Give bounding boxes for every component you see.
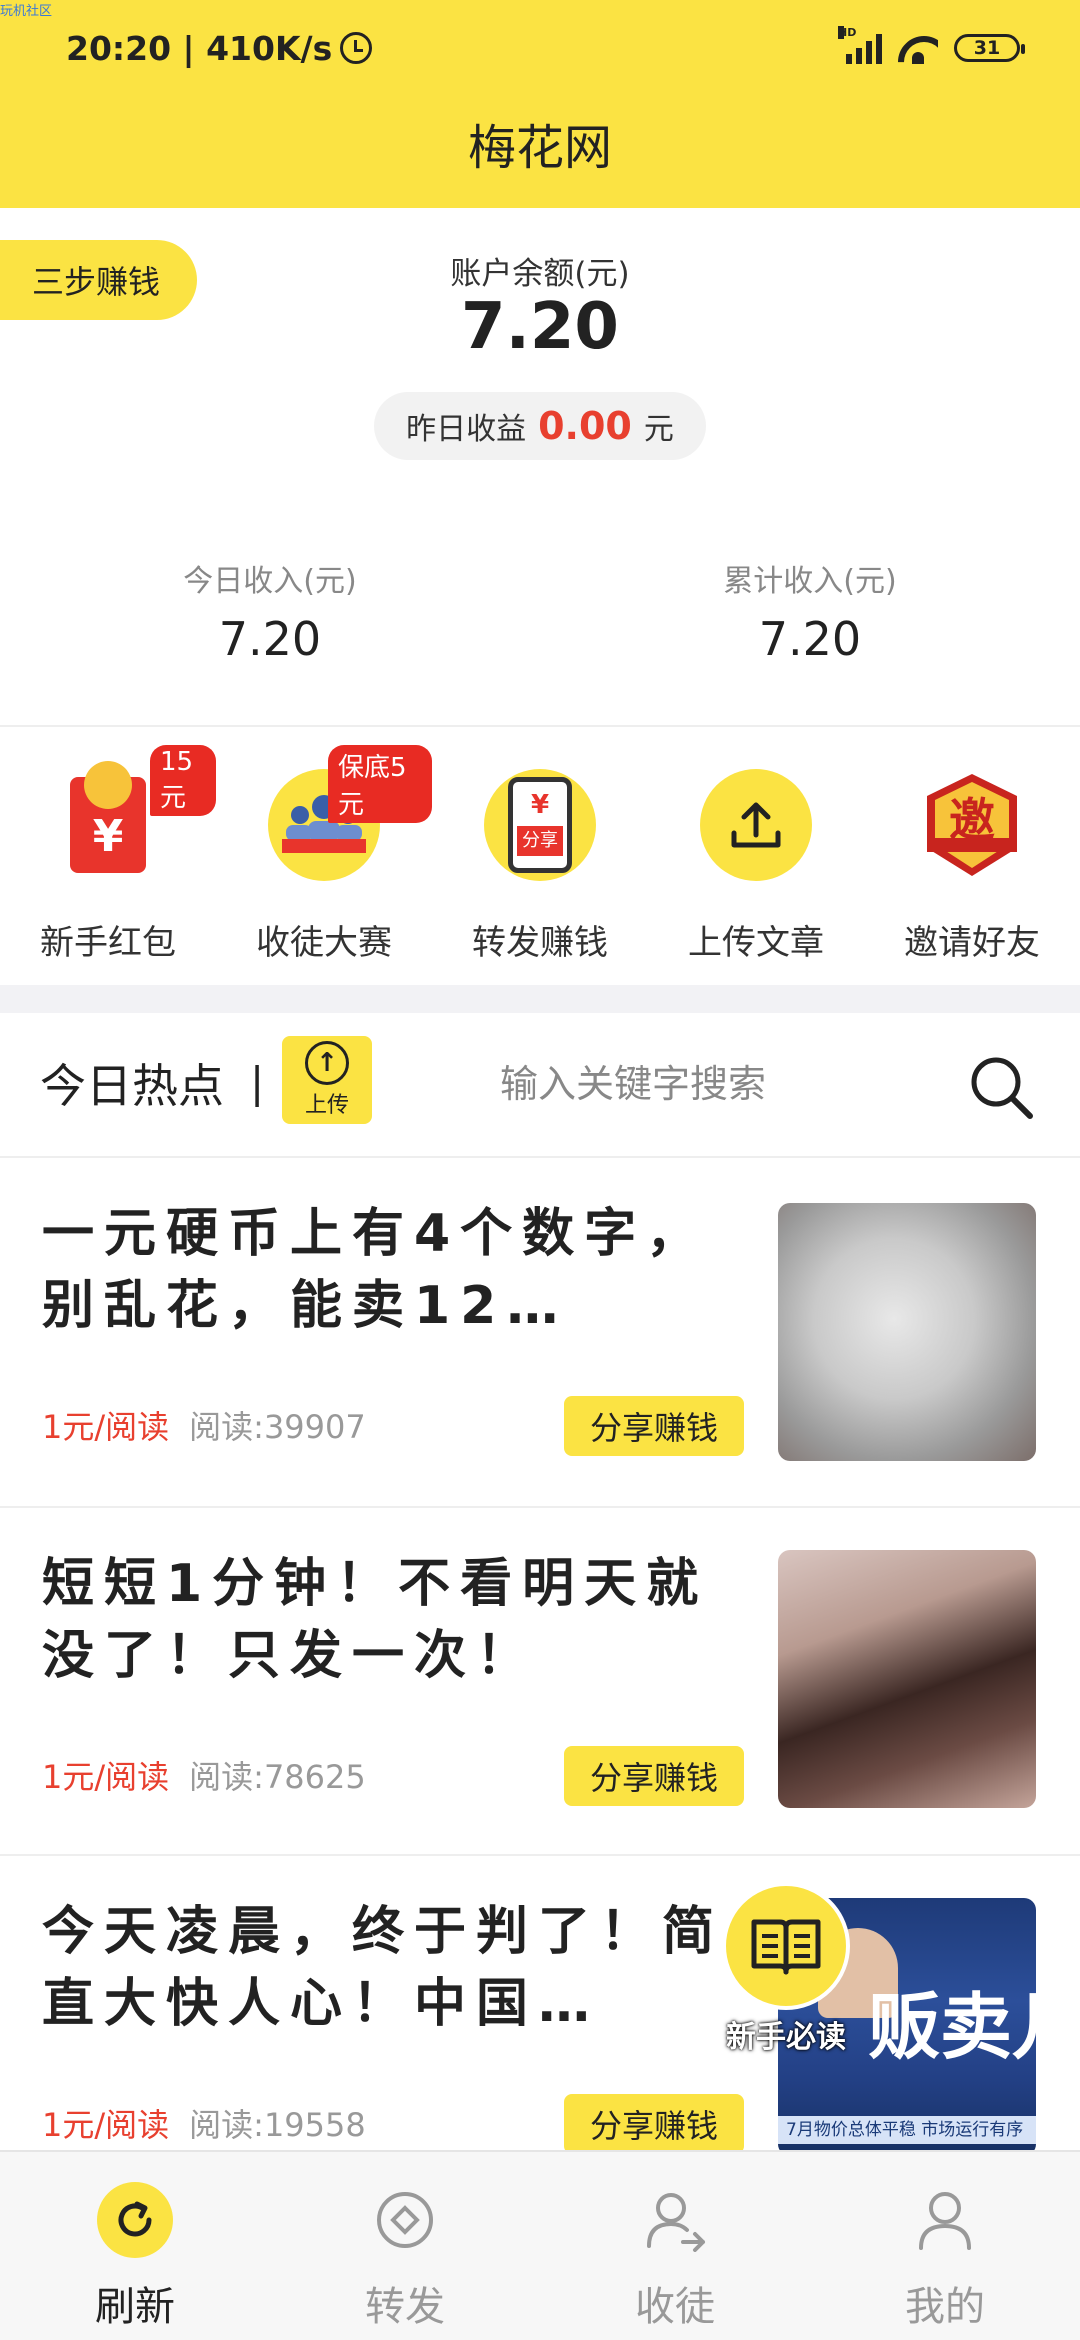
nav-mine[interactable]: 我的 (810, 2152, 1080, 2340)
today-income-label: 今日收入(元) (183, 564, 357, 599)
status-time-speed: 20:20 | 410K/s (66, 28, 333, 68)
quick-actions: ¥ 15元 新手红包 保底5元 收徒大赛 ¥ 分享 转发赚钱 上传文章 邀 邀请… (0, 745, 1080, 985)
hot-title: 今日热点 (40, 1059, 224, 1113)
upload-button[interactable]: ↑ 上传 (282, 1036, 372, 1124)
user-icon (907, 2182, 983, 2258)
upload-icon (700, 769, 812, 881)
battery-level: 31 (973, 37, 1001, 59)
news-headline-text: 贩卖儿童 (868, 1985, 1036, 2069)
action-newbie-redpacket[interactable]: ¥ 15元 新手红包 (0, 745, 216, 985)
total-income: 累计收入(元) 7.20 (540, 556, 1080, 666)
article-reads: 阅读:39907 (189, 1408, 366, 1446)
bottom-nav: 刷新 转发 收徒 我的 (0, 2150, 1080, 2340)
article-price: 1元/阅读 (42, 2106, 170, 2144)
article-reads: 阅读:19558 (189, 2106, 366, 2144)
wifi-icon (898, 32, 938, 64)
article-price: 1元/阅读 (42, 1758, 170, 1796)
yesterday-value: 0.00 (538, 404, 632, 448)
signal-icon: HD (838, 26, 882, 64)
article-title[interactable]: 今天凌晨，终于判了！简直大快人心！中国… (42, 1896, 742, 2040)
action-label: 上传文章 (688, 923, 824, 963)
nav-recruit[interactable]: 收徒 (540, 2152, 810, 2340)
share-phone-icon: ¥ 分享 (484, 769, 596, 881)
yesterday-earnings: 昨日收益 0.00 元 (374, 392, 706, 460)
divider (0, 1156, 1080, 1158)
action-label: 转发赚钱 (472, 923, 608, 963)
battery-icon: 31 (954, 34, 1025, 62)
action-invite-friends[interactable]: 邀 邀请好友 (864, 745, 1080, 985)
news-ticker-text: 7月物价总体平稳 市场运行有序 (778, 2116, 1036, 2144)
action-label: 新手红包 (40, 923, 176, 963)
search-icon[interactable] (966, 1052, 1036, 1122)
nav-label: 我的 (905, 2284, 985, 2330)
invite-badge-icon: 邀 (916, 769, 1028, 881)
total-income-value: 7.20 (758, 612, 862, 666)
article-title[interactable]: 短短1分钟！不看明天就没了！只发一次！ (42, 1548, 742, 1692)
hot-separator: | (250, 1058, 265, 1107)
article-thumbnail[interactable] (778, 1203, 1036, 1461)
article-meta: 1元/阅读 阅读:19558 (42, 2100, 366, 2146)
action-label: 邀请好友 (904, 923, 1040, 963)
nav-label: 收徒 (635, 2284, 715, 2330)
newbie-guide-button[interactable]: 新手必读 (716, 1882, 856, 2056)
app-header: 玩机社区 20:20 | 410K/s HD 31 梅花网 (0, 0, 1080, 208)
network-label: HD (838, 26, 857, 39)
balance-value: 7.20 (461, 290, 619, 364)
share-earn-button[interactable]: 分享赚钱 (564, 1396, 744, 1456)
article-price: 1元/阅读 (42, 1408, 170, 1446)
yesterday-unit: 元 (643, 412, 674, 447)
balance-label: 账户余额(元) (450, 256, 630, 292)
today-income: 今日收入(元) 7.20 (0, 556, 540, 666)
action-badge: 15元 (150, 745, 216, 816)
divider (0, 1506, 1080, 1508)
nav-forward[interactable]: 转发 (270, 2152, 540, 2340)
article-reads: 阅读:78625 (189, 1758, 366, 1796)
article-thumbnail[interactable] (778, 1550, 1036, 1808)
article-meta: 1元/阅读 阅读:39907 (42, 1402, 366, 1448)
action-recruit-contest[interactable]: 保底5元 收徒大赛 (216, 745, 432, 985)
user-add-icon (637, 2182, 713, 2258)
search-input[interactable] (500, 1056, 920, 1112)
upload-arrow-icon: ↑ (305, 1041, 349, 1085)
yesterday-label: 昨日收益 (406, 412, 527, 447)
invite-icon-text: 邀 (949, 793, 995, 847)
page-title: 梅花网 (467, 120, 612, 176)
article-meta: 1元/阅读 阅读:78625 (42, 1752, 366, 1798)
nav-label: 刷新 (95, 2284, 175, 2330)
action-share-earn[interactable]: ¥ 分享 转发赚钱 (432, 745, 648, 985)
action-badge: 保底5元 (328, 745, 432, 823)
action-upload-article[interactable]: 上传文章 (648, 745, 864, 985)
action-label: 收徒大赛 (256, 923, 392, 963)
article-title[interactable]: 一元硬币上有4个数字，别乱花，能卖12… (42, 1198, 742, 1342)
book-icon (722, 1882, 850, 2010)
share-icon-text: 分享 (517, 826, 563, 856)
nav-label: 转发 (365, 2284, 445, 2330)
total-income-label: 累计收入(元) (723, 564, 897, 599)
alarm-icon (340, 32, 373, 64)
divider (0, 1854, 1080, 1856)
watermark: 玩机社区 (0, 4, 53, 19)
newbie-guide-label: 新手必读 (726, 2020, 846, 2055)
share-earn-button[interactable]: 分享赚钱 (564, 1746, 744, 1806)
upload-button-label: 上传 (304, 1093, 349, 1118)
divider (0, 725, 1080, 727)
refresh-icon (97, 2182, 173, 2258)
diamond-icon (367, 2182, 443, 2258)
today-income-value: 7.20 (218, 612, 322, 666)
share-earn-button[interactable]: 分享赚钱 (564, 2094, 744, 2154)
status-bar-left: 20:20 | 410K/s (66, 24, 373, 72)
section-gap (0, 985, 1080, 1013)
red-envelope-icon: ¥ (52, 761, 164, 881)
status-bar-right: HD 31 (838, 26, 1025, 68)
nav-refresh[interactable]: 刷新 (0, 2152, 270, 2340)
